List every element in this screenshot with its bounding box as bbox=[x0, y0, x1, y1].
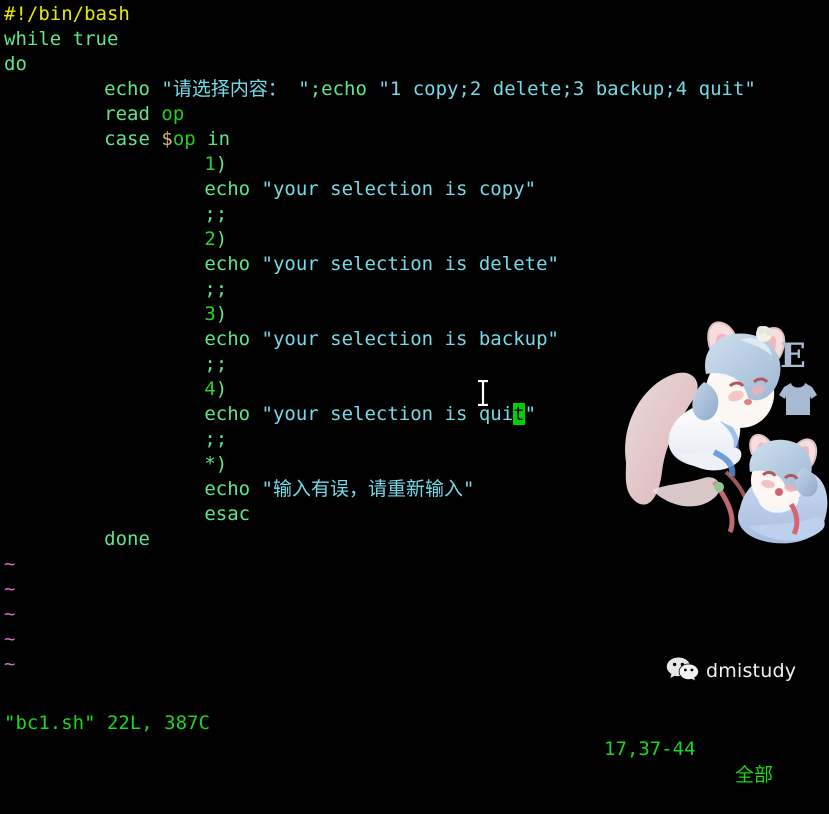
code-token: $ bbox=[161, 128, 173, 150]
empty-line-marker: ~ bbox=[4, 603, 16, 625]
code-line[interactable]: 1) bbox=[0, 152, 829, 177]
code-line[interactable]: echo "your selection is copy" bbox=[0, 177, 829, 202]
code-token: case bbox=[104, 128, 150, 150]
code-token: ;; bbox=[204, 428, 228, 450]
code-token: 2 bbox=[204, 228, 216, 250]
code-token: echo bbox=[204, 253, 251, 275]
code-line[interactable]: ;; bbox=[0, 427, 829, 452]
code-line[interactable]: echo "输入有误，请重新输入" bbox=[0, 477, 829, 502]
code-line[interactable]: echo "your selection is delete" bbox=[0, 252, 829, 277]
status-ruler: 17,37-44 bbox=[604, 738, 696, 760]
code-token: ;; bbox=[204, 203, 228, 225]
code-line[interactable]: while true bbox=[0, 27, 829, 52]
code-line[interactable]: do bbox=[0, 52, 829, 77]
code-line[interactable]: ;; bbox=[0, 277, 829, 302]
code-token: true bbox=[72, 28, 119, 50]
code-token: "your selection is copy" bbox=[261, 178, 537, 200]
code-line[interactable]: *) bbox=[0, 452, 829, 477]
code-line[interactable]: 2) bbox=[0, 227, 829, 252]
code-token: ;; bbox=[204, 278, 228, 300]
code-line[interactable]: done bbox=[0, 527, 829, 552]
status-position-percent: 全部 bbox=[735, 764, 774, 786]
code-token: "请选择内容： " bbox=[161, 78, 310, 100]
code-token: "1 copy;2 delete;3 backup;4 quit" bbox=[378, 78, 756, 100]
code-line[interactable]: ;; bbox=[0, 352, 829, 377]
code-token: echo bbox=[204, 403, 251, 425]
code-token: ) bbox=[215, 378, 228, 400]
code-token: echo bbox=[204, 178, 251, 200]
code-line[interactable]: 4) bbox=[0, 377, 829, 402]
code-line[interactable]: #!/bin/bash bbox=[0, 2, 829, 27]
code-line[interactable]: 3) bbox=[0, 302, 829, 327]
code-token: ) bbox=[215, 228, 228, 250]
code-token: echo bbox=[104, 78, 150, 100]
code-token: esac bbox=[204, 503, 251, 525]
vim-terminal-window: E #!/bin/bash while true do echo "请选择内容： ";… bbox=[0, 0, 829, 786]
code-token: echo bbox=[321, 78, 367, 100]
code-line[interactable]: echo "your selection is backup" bbox=[0, 327, 829, 352]
empty-line-marker: ~ bbox=[4, 628, 16, 650]
code-token: op bbox=[161, 103, 185, 125]
code-line[interactable]: ;; bbox=[0, 202, 829, 227]
code-token: "输入有误，请重新输入" bbox=[261, 478, 475, 500]
code-line[interactable]: esac bbox=[0, 502, 829, 527]
code-token: " bbox=[524, 403, 537, 425]
code-token: ;; bbox=[204, 353, 228, 375]
code-token: echo bbox=[204, 478, 251, 500]
code-token: 1 bbox=[204, 153, 216, 175]
code-token: do bbox=[4, 53, 27, 75]
code-token: 3 bbox=[204, 303, 216, 325]
code-line[interactable]: case $op in bbox=[0, 127, 829, 152]
code-token: read bbox=[104, 103, 150, 125]
empty-line-marker: ~ bbox=[4, 578, 16, 600]
code-token: in bbox=[207, 128, 231, 150]
code-token: 4 bbox=[204, 378, 216, 400]
empty-line-marker: ~ bbox=[4, 553, 16, 575]
code-token: "your selection is backup" bbox=[261, 328, 559, 350]
code-line[interactable]: echo "请选择内容： ";echo "1 copy;2 delete;3 b… bbox=[0, 77, 829, 102]
empty-line-marker: ~ bbox=[4, 653, 16, 675]
code-token: done bbox=[104, 528, 150, 550]
code-token: "your selection is delete" bbox=[261, 253, 559, 275]
code-token: echo bbox=[204, 328, 251, 350]
code-token: ) bbox=[215, 453, 228, 475]
code-token: while bbox=[4, 28, 62, 50]
code-token: * bbox=[204, 453, 216, 475]
code-token: #!/bin/bash bbox=[4, 3, 130, 25]
vim-status-line: "bc1.sh" 22L, 387C 17,37-44 全部 bbox=[0, 684, 829, 786]
text-cursor: t bbox=[513, 403, 525, 425]
vim-text-buffer[interactable]: #!/bin/bash while true do echo "请选择内容： ";ec… bbox=[0, 0, 829, 677]
code-token: "your selection is qui bbox=[261, 403, 514, 425]
code-line[interactable]: echo "your selection is quit" bbox=[0, 402, 829, 427]
code-token: ) bbox=[215, 303, 228, 325]
code-token: ) bbox=[215, 153, 228, 175]
code-token: op bbox=[172, 128, 196, 150]
code-line[interactable]: read op bbox=[0, 102, 829, 127]
code-token: ; bbox=[309, 78, 322, 100]
